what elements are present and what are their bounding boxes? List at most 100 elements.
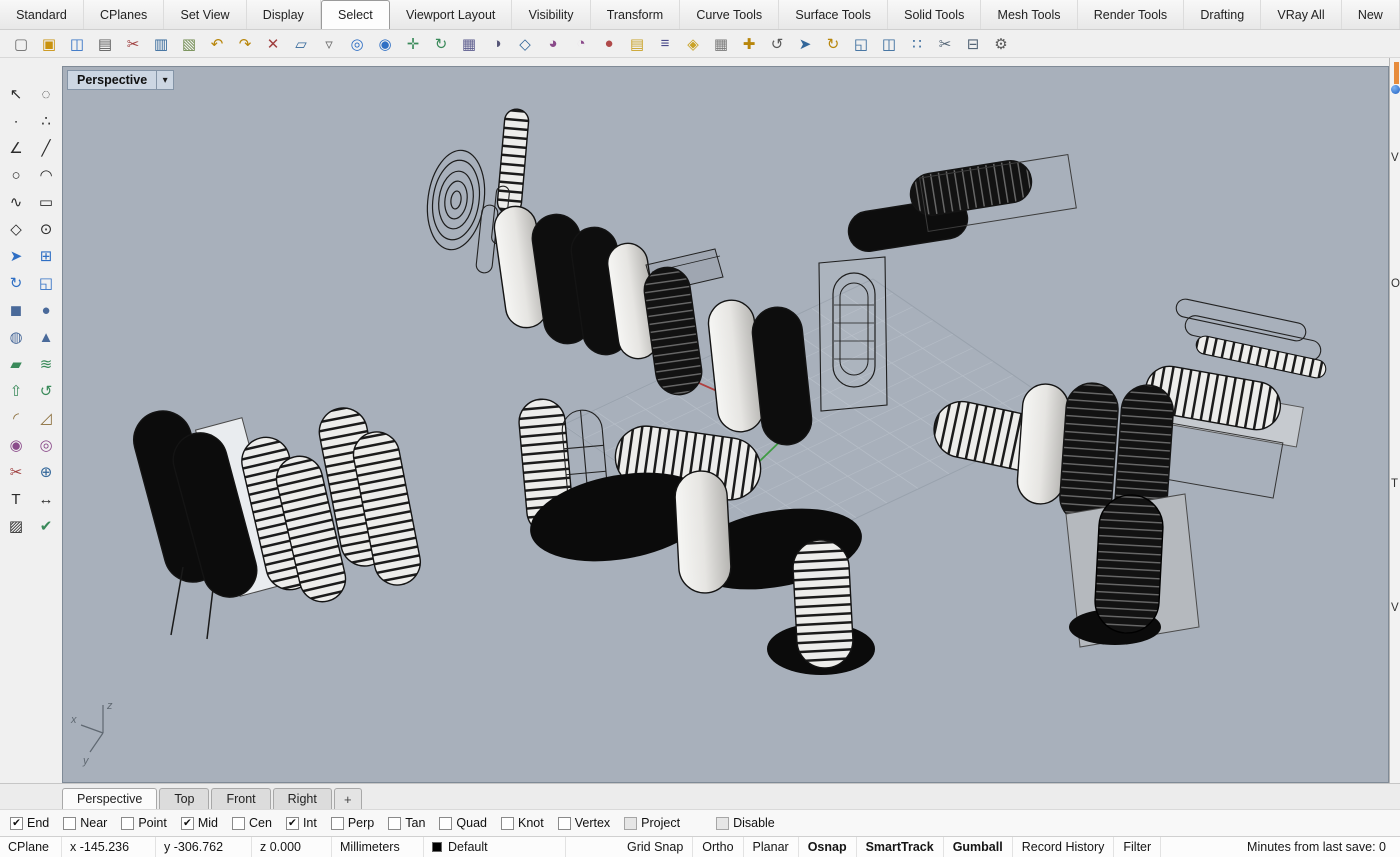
status-toggle-ortho[interactable]: Ortho: [693, 837, 743, 857]
menu-tab-viewport-layout[interactable]: Viewport Layout: [390, 0, 513, 29]
osnap-toggle-disable[interactable]: Disable: [716, 816, 775, 830]
circle-icon[interactable]: ○: [3, 163, 29, 187]
viewport-tab-front[interactable]: Front: [211, 788, 270, 809]
layer-manager-icon[interactable]: ▤: [624, 32, 650, 56]
menu-tab-cplanes[interactable]: CPlanes: [84, 0, 164, 29]
menu-tab-vray-all[interactable]: VRay All: [1261, 0, 1341, 29]
deselect-icon[interactable]: ▿: [316, 32, 342, 56]
material-editor-icon[interactable]: ●: [596, 32, 622, 56]
osnap-toggle-tan[interactable]: Tan: [388, 816, 425, 830]
checkbox[interactable]: [181, 817, 194, 830]
join-icon[interactable]: ⊕: [33, 460, 59, 484]
status-toggle-grid-snap[interactable]: Grid Snap: [618, 837, 693, 857]
checkbox[interactable]: [388, 817, 401, 830]
scene-objects[interactable]: [127, 108, 1327, 675]
polyline-icon[interactable]: ∠: [3, 136, 29, 160]
menu-tab-new[interactable]: New: [1342, 0, 1400, 29]
select-arrow-icon[interactable]: ↖: [3, 82, 29, 106]
properties-panel-icon[interactable]: ≡: [652, 32, 678, 56]
cylinder-icon[interactable]: ◍: [3, 325, 29, 349]
osnap-toggle-vertex[interactable]: Vertex: [558, 816, 610, 830]
checkbox[interactable]: [439, 817, 452, 830]
boolean-difference-icon[interactable]: ◎: [33, 433, 59, 457]
status-toggle-planar[interactable]: Planar: [744, 837, 799, 857]
array-icon[interactable]: ∷: [904, 32, 930, 56]
checkbox[interactable]: [716, 817, 729, 830]
menu-tab-select[interactable]: Select: [321, 0, 390, 29]
select-all-icon[interactable]: ▱: [288, 32, 314, 56]
delete-icon[interactable]: ✕: [260, 32, 286, 56]
menu-tab-surface-tools[interactable]: Surface Tools: [779, 0, 888, 29]
units-selector[interactable]: Millimeters: [332, 837, 424, 857]
viewport-3d-scene[interactable]: z x y: [63, 67, 1389, 783]
point-cloud-icon[interactable]: ∴: [33, 109, 59, 133]
arc-icon[interactable]: ◠: [33, 163, 59, 187]
osnap-toggle-near[interactable]: Near: [63, 816, 107, 830]
freeform-curve-icon[interactable]: ∿: [3, 190, 29, 214]
status-toggle-gumball[interactable]: Gumball: [944, 837, 1013, 857]
viewport-perspective[interactable]: z x y Perspective ▾: [62, 66, 1389, 783]
zoom-window-icon[interactable]: ◉: [372, 32, 398, 56]
checkbox[interactable]: [624, 817, 637, 830]
osnap-toggle-mid[interactable]: Mid: [181, 816, 218, 830]
save-file-icon[interactable]: ◫: [64, 32, 90, 56]
cplane-selector[interactable]: CPlane: [0, 837, 62, 857]
cone-icon[interactable]: ▲: [33, 325, 59, 349]
menu-tab-render-tools[interactable]: Render Tools: [1078, 0, 1185, 29]
viewport-tab-perspective[interactable]: Perspective: [62, 788, 157, 809]
checkbox[interactable]: [10, 817, 23, 830]
loft-icon[interactable]: ≋: [33, 352, 59, 376]
checkbox[interactable]: [558, 817, 571, 830]
add-viewport-tab-button[interactable]: +: [334, 788, 362, 809]
menu-tab-curve-tools[interactable]: Curve Tools: [680, 0, 779, 29]
viewport-tab-right[interactable]: Right: [273, 788, 332, 809]
gumball-toggle-icon[interactable]: ✚: [736, 32, 762, 56]
open-file-icon[interactable]: ▣: [36, 32, 62, 56]
menu-tab-drafting[interactable]: Drafting: [1184, 0, 1261, 29]
status-toggle-smarttrack[interactable]: SmartTrack: [857, 837, 944, 857]
point-icon[interactable]: ∙: [3, 109, 29, 133]
print-icon[interactable]: ▤: [92, 32, 118, 56]
checkbox[interactable]: [63, 817, 76, 830]
trim-icon[interactable]: ✂: [932, 32, 958, 56]
rectangle-icon[interactable]: ▭: [33, 190, 59, 214]
box-icon[interactable]: ◼: [3, 298, 29, 322]
move-icon[interactable]: ➤: [792, 32, 818, 56]
zoom-extents-icon[interactable]: ◎: [344, 32, 370, 56]
chevron-down-icon[interactable]: ▾: [157, 70, 174, 90]
osnap-toggle-point[interactable]: Point: [121, 816, 167, 830]
revolve-icon[interactable]: ↺: [33, 379, 59, 403]
osnap-toggle-quad[interactable]: Quad: [439, 816, 487, 830]
menu-tab-mesh-tools[interactable]: Mesh Tools: [981, 0, 1077, 29]
cut-icon[interactable]: ✂: [120, 32, 146, 56]
visibility-check-icon[interactable]: ✔: [33, 514, 59, 538]
viewport-tab-top[interactable]: Top: [159, 788, 209, 809]
menu-tab-standard[interactable]: Standard: [0, 0, 84, 29]
menu-tab-solid-tools[interactable]: Solid Tools: [888, 0, 981, 29]
current-layer-selector[interactable]: Default: [424, 837, 566, 857]
menu-tab-transform[interactable]: Transform: [591, 0, 681, 29]
dimension-icon[interactable]: ↔: [33, 487, 59, 511]
pan-view-icon[interactable]: ✛: [400, 32, 426, 56]
status-toggle-osnap[interactable]: Osnap: [799, 837, 857, 857]
osnap-toggle-cen[interactable]: Cen: [232, 816, 272, 830]
extrude-icon[interactable]: ⇧: [3, 379, 29, 403]
render-preview-icon[interactable]: ◔: [568, 32, 594, 56]
hatch-icon[interactable]: ▨: [3, 514, 29, 538]
boolean-union-icon[interactable]: ◉: [3, 433, 29, 457]
menu-tab-visibility[interactable]: Visibility: [512, 0, 590, 29]
render-icon[interactable]: ◕: [540, 32, 566, 56]
chamfer-icon[interactable]: ◿: [33, 406, 59, 430]
scale-tool-icon[interactable]: ◱: [33, 271, 59, 295]
checkbox[interactable]: [501, 817, 514, 830]
scale-icon[interactable]: ◱: [848, 32, 874, 56]
paste-icon[interactable]: ▧: [176, 32, 202, 56]
osnap-toggle-knot[interactable]: Knot: [501, 816, 544, 830]
status-toggle-filter[interactable]: Filter: [1114, 837, 1161, 857]
split-icon[interactable]: ⊟: [960, 32, 986, 56]
copy-tool-icon[interactable]: ⊞: [33, 244, 59, 268]
lasso-select-icon[interactable]: ◌: [33, 82, 59, 106]
ellipse-icon[interactable]: ⊙: [33, 217, 59, 241]
menu-tab-display[interactable]: Display: [247, 0, 321, 29]
surface-icon[interactable]: ▰: [3, 352, 29, 376]
